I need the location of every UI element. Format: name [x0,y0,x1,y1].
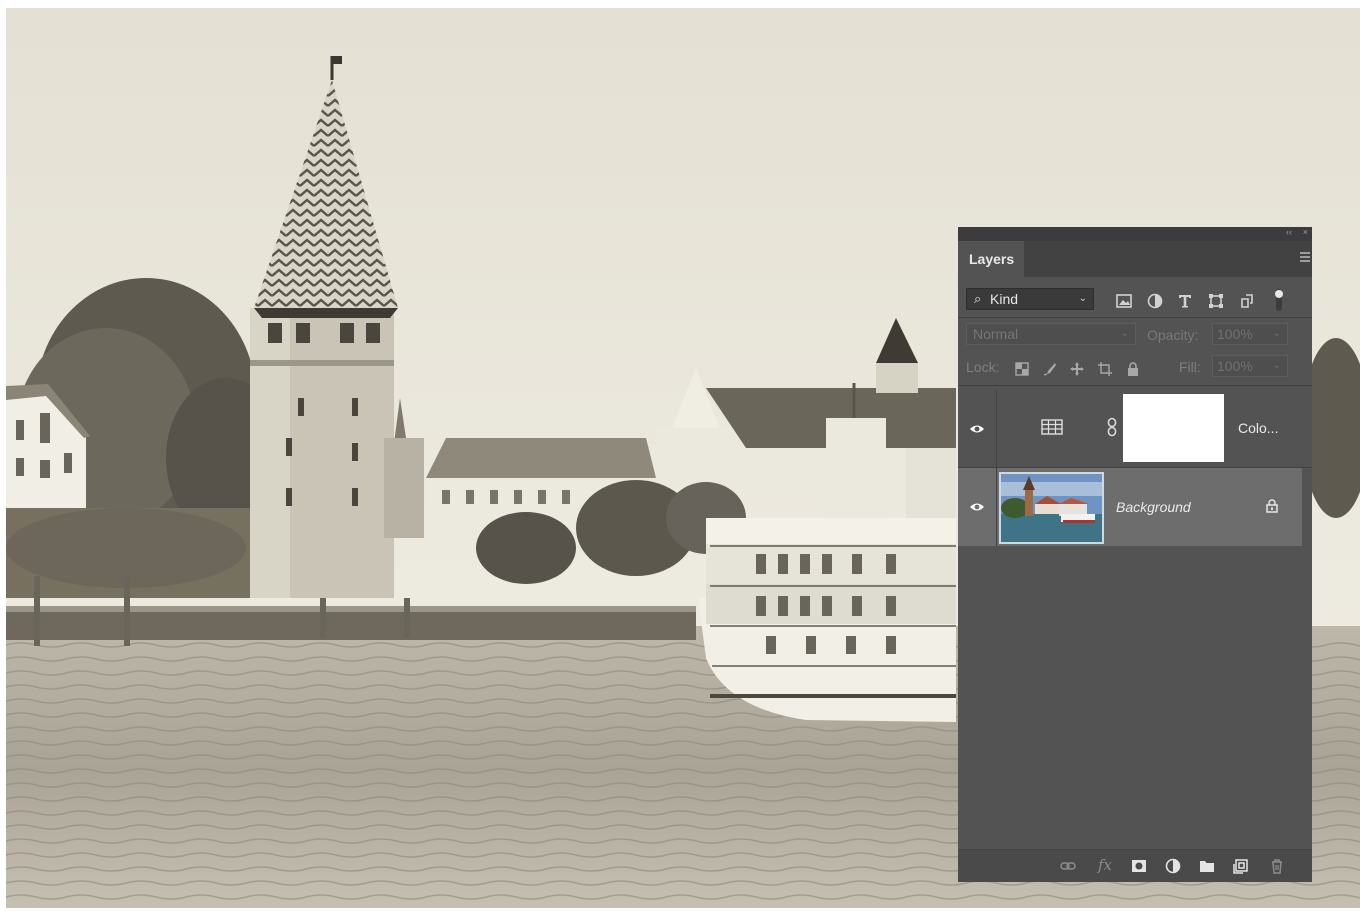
opacity-field[interactable]: 100% ⌄ [1212,323,1288,345]
filter-row: ⌕ Kind ⌄ [958,279,1312,315]
pixel-filter-icon[interactable] [1116,293,1132,309]
visibility-toggle[interactable] [958,468,997,546]
layer-thumbnail[interactable] [999,472,1104,544]
panel-menu-icon[interactable] [1300,252,1310,262]
opacity-label: Opacity: [1147,327,1199,343]
collapse-panel-icon[interactable]: ‹‹ [1286,227,1292,237]
filter-kind-select[interactable]: ⌕ Kind ⌄ [966,288,1094,310]
fx-icon[interactable]: fx [1098,856,1112,874]
panel-tab-bar: Layers [958,241,1312,277]
fill-label: Fill: [1179,359,1201,375]
solid-color-fill-icon [1041,419,1063,435]
layer-row-background[interactable]: Background [958,468,1302,546]
divider [958,317,1312,318]
close-panel-icon[interactable]: × [1303,227,1308,237]
link-mask-icon[interactable] [1107,417,1117,437]
layer-lock-icon [1266,499,1278,513]
fill-value: 100% [1217,358,1253,374]
layers-panel: ‹‹ × Layers ⌕ Kind ⌄ Normal ⌄ Opacity: 1… [958,227,1312,882]
lock-transparent-icon[interactable] [1015,362,1029,376]
eye-icon [970,503,984,511]
add-mask-icon[interactable] [1131,858,1147,874]
filter-toggle-icon[interactable] [1274,288,1284,312]
lock-label: Lock: [966,359,1000,375]
lock-position-icon[interactable] [1070,362,1084,376]
blend-mode-value: Normal [973,326,1019,342]
visibility-toggle[interactable] [958,390,997,467]
chevron-down-icon: ⌄ [1272,328,1281,339]
smart-object-filter-icon[interactable] [1239,293,1255,309]
tab-layers[interactable]: Layers [958,241,1024,277]
layer-mask-thumbnail[interactable] [1123,394,1224,462]
layers-bottom-bar: fx [958,849,1312,882]
layer-name[interactable]: Colo... [1238,420,1278,436]
search-icon: ⌕ [974,291,982,306]
chevron-down-icon: ⌄ [1120,328,1129,339]
lock-artboard-icon[interactable] [1098,362,1112,376]
link-layers-icon[interactable] [1060,858,1076,874]
divider [958,385,1312,386]
layer-name[interactable]: Background [1116,499,1191,515]
type-filter-icon[interactable] [1177,293,1193,309]
new-layer-icon[interactable] [1233,858,1249,874]
panel-title-bar: ‹‹ × [958,227,1312,241]
filter-kind-label: Kind [990,291,1019,307]
adjustment-filter-icon[interactable] [1147,293,1163,309]
new-group-icon[interactable] [1199,858,1215,874]
lock-row: Lock: Fill: 100% ⌄ [958,353,1312,383]
layer-thumbnail-image [1001,474,1102,542]
chevron-down-icon: ⌄ [1078,293,1087,304]
fill-field[interactable]: 100% ⌄ [1212,355,1288,377]
lock-image-icon[interactable] [1043,362,1057,376]
lock-all-icon[interactable] [1126,362,1140,376]
eye-icon [970,425,984,433]
shape-filter-icon[interactable] [1208,293,1224,309]
blend-row: Normal ⌄ Opacity: 100% ⌄ [958,319,1312,349]
opacity-value: 100% [1217,326,1253,342]
layer-row-color[interactable]: Colo... [958,390,1302,467]
blend-mode-select[interactable]: Normal ⌄ [966,323,1136,345]
new-adjustment-icon[interactable] [1165,858,1181,874]
delete-layer-icon[interactable] [1269,858,1285,874]
chevron-down-icon: ⌄ [1272,360,1281,371]
